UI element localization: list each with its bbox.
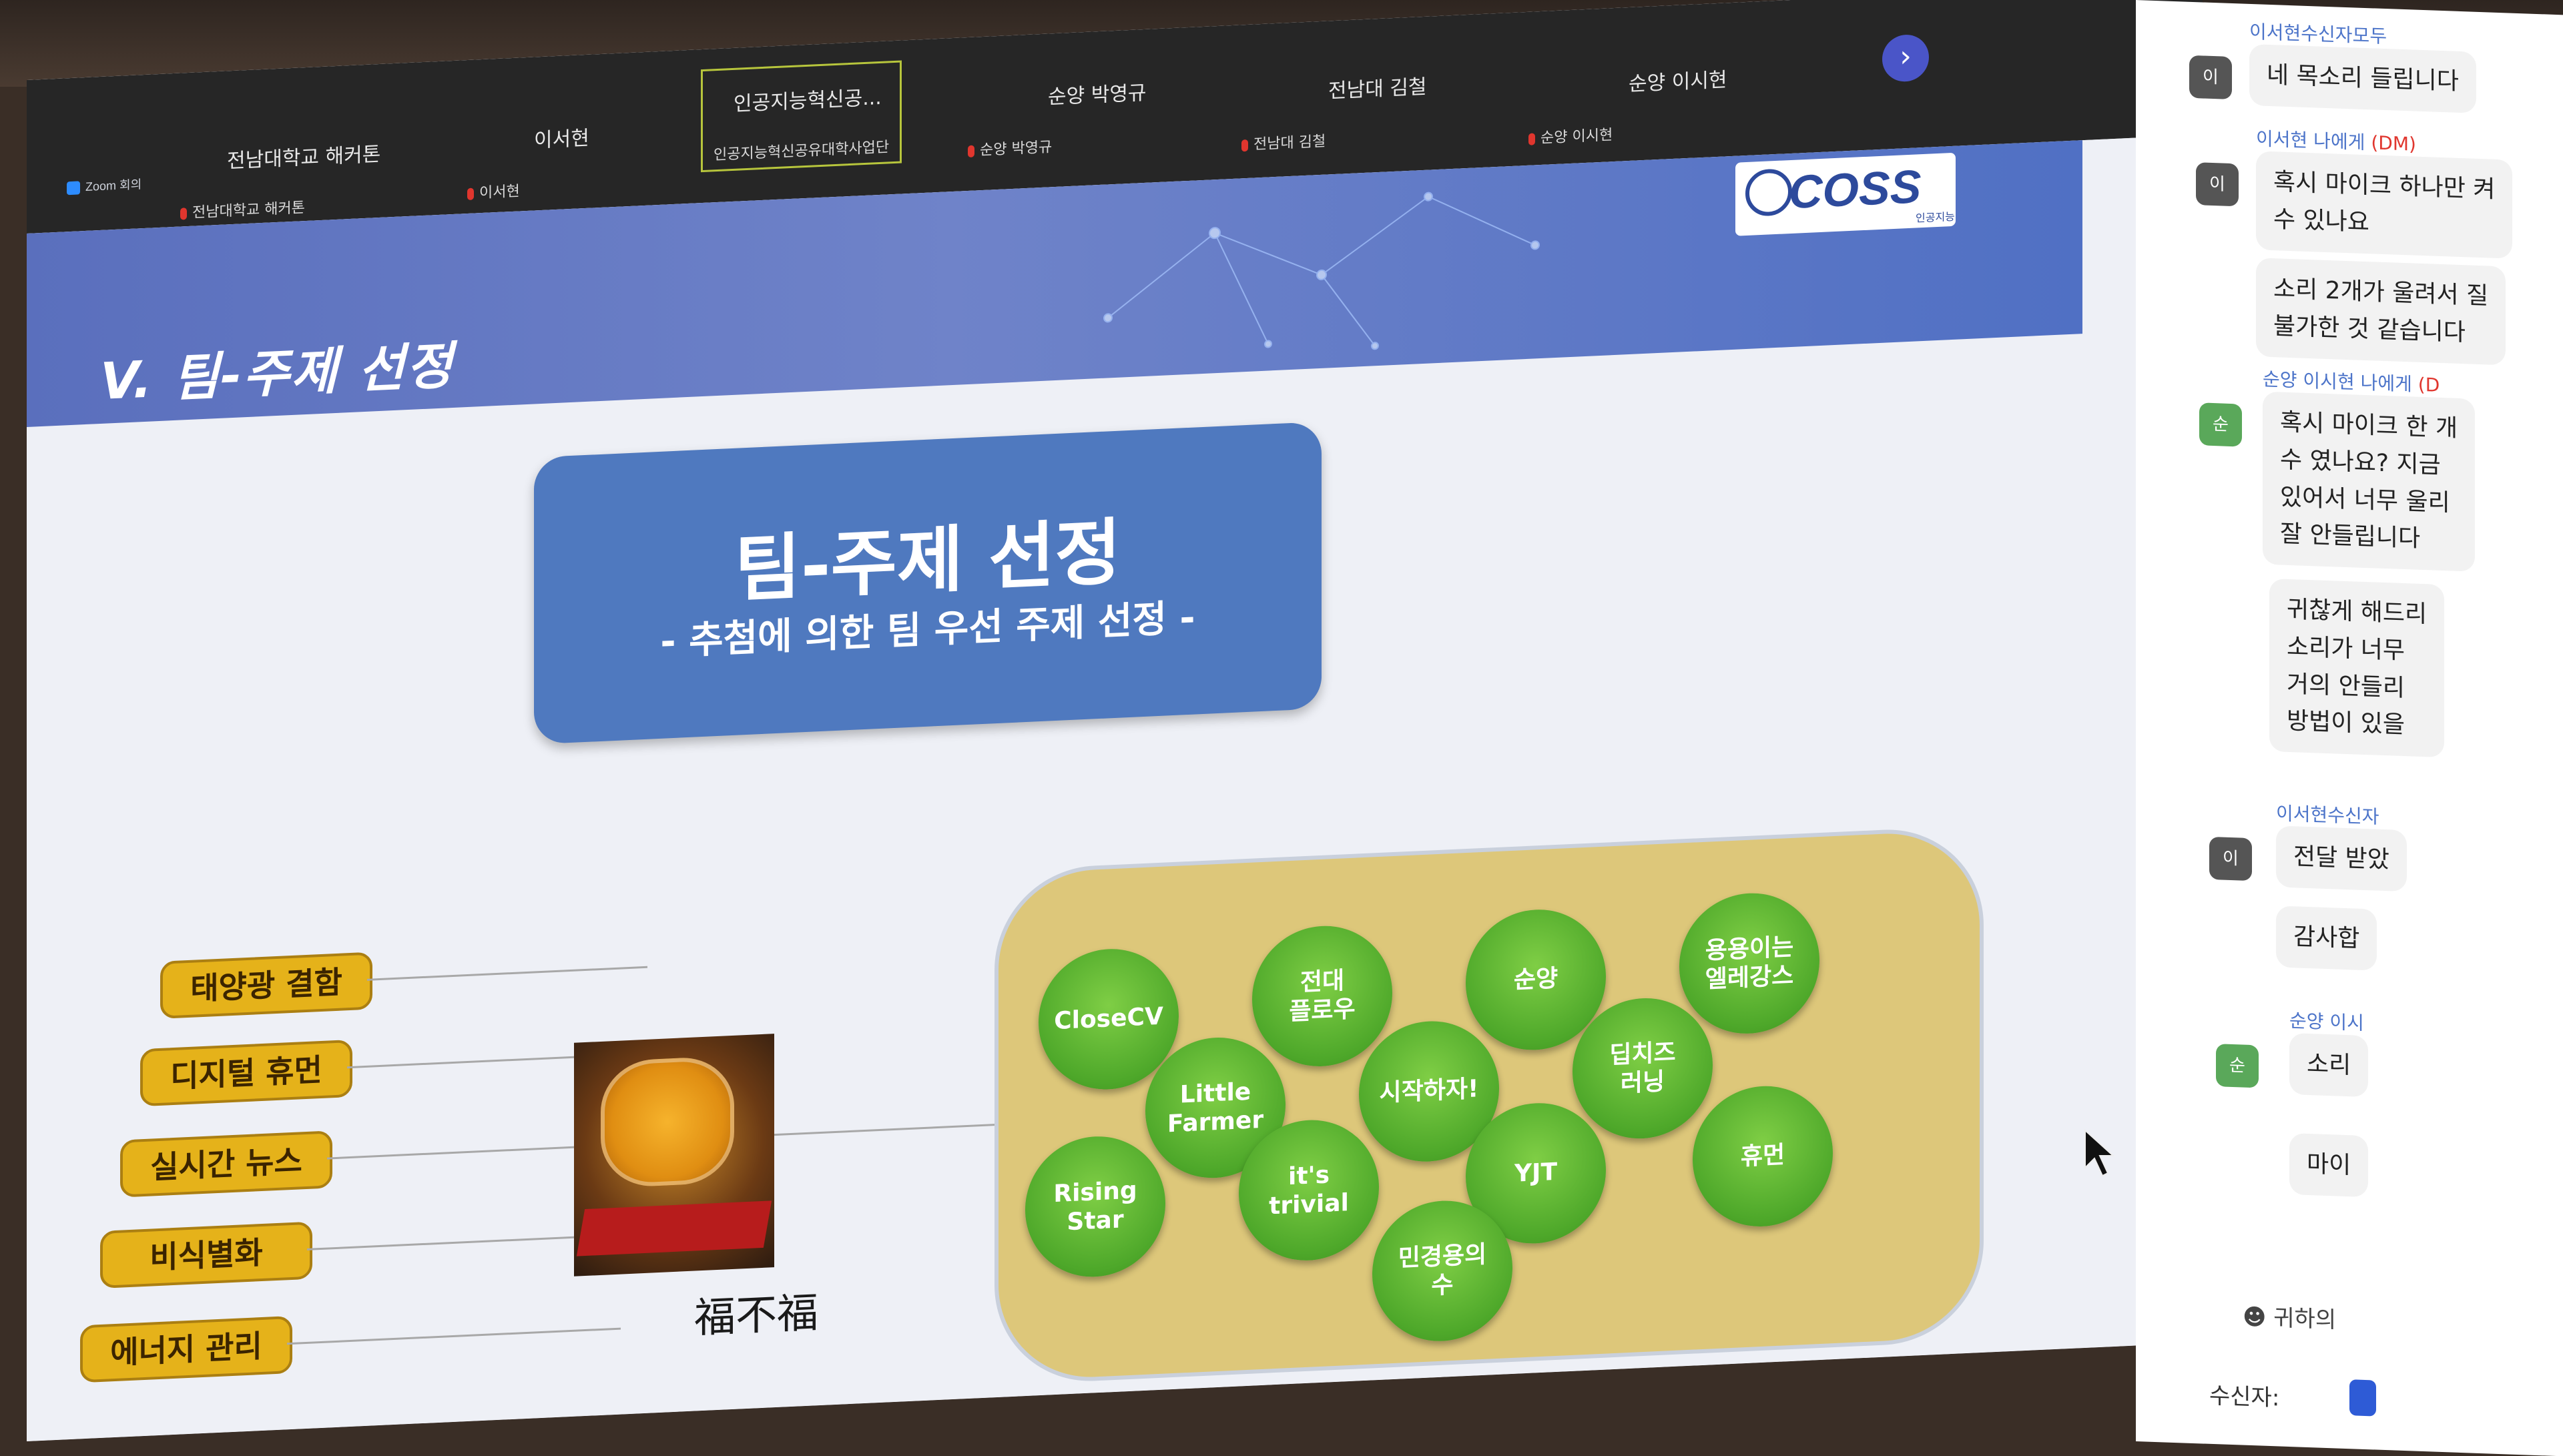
topic-tag: 비식별화 <box>100 1221 312 1289</box>
chat-bubble: 혹시 마이크 하나만 켜 수 있나요 <box>2256 151 2513 259</box>
mouse-cursor-icon <box>2084 1128 2115 1177</box>
participant-tile[interactable]: 전남대학교 해커톤 전남대학교 해커톤 <box>180 137 381 222</box>
chat-bubble: 귀찮게 해드리 소리가 너무 거의 안들리 방법이 있을 <box>2269 578 2445 758</box>
team-circle: 딥치즈 러닝 <box>1573 995 1713 1142</box>
connector-line <box>774 1124 994 1136</box>
logo-subtext: 인공지능 <box>1916 210 1955 225</box>
logo-text: COSS <box>1789 160 1922 219</box>
participant-name: 전남대학교 해커톤 <box>227 142 381 173</box>
connector-line <box>367 966 647 981</box>
participant-tile[interactable]: 이서현 이서현 <box>467 121 589 202</box>
connector-line <box>347 1054 601 1069</box>
participant-label: 순양 박영규 <box>980 139 1053 159</box>
chat-panel: 이서현수신자모두 이 네 목소리 들립니다 이서현 나에게 (DM) 이 혹시 … <box>2136 0 2563 1456</box>
window-title-text: Zoom 회의 <box>85 177 142 194</box>
network-graphic <box>1103 192 1540 350</box>
chat-bubble: 소리 2개가 울려서 질 불가한 것 같습니다 <box>2256 258 2506 365</box>
team-circle: 용용이는 엘레강스 <box>1679 890 1819 1037</box>
avatar: 순 <box>2199 402 2242 447</box>
chat-bubble: 마이 <box>2289 1133 2369 1197</box>
team-circle: 민경용의 수 <box>1372 1197 1512 1345</box>
chat-bubble: 혹시 마이크 한 개 수 였나요? 지금 있어서 너무 울리 잘 안들립니다 <box>2263 391 2476 572</box>
lottery-drum <box>601 1055 734 1188</box>
person-icon: ☻ <box>2243 1303 2267 1331</box>
topic-tag: 디지털 휴먼 <box>140 1039 352 1107</box>
participant-name: 전남대 김철 <box>1328 75 1427 103</box>
private-chat-note: ☻ 귀하의 <box>2243 1299 2336 1335</box>
avatar: 이 <box>2189 55 2232 100</box>
zoom-window: Zoom 회의 전남대학교 해커톤 전남대학교 해커톤 이서현 이서현 인공지능… <box>27 0 2203 1441</box>
title-box: 팀-주제 선정 - 추첨에 의한 팀 우선 주제 선정 - <box>534 421 1322 745</box>
chat-sender: 이서현 나에게 <box>2256 127 2365 153</box>
section-title: V. 팀-주제 선정 <box>100 335 454 412</box>
topic-tag: 에너지 관리 <box>80 1315 292 1383</box>
fortune-caption: 福不福 <box>694 1288 819 1343</box>
topic-tag: 실시간 뉴스 <box>120 1130 332 1198</box>
zoom-app-icon <box>67 181 80 196</box>
chat-bubble: 네 목소리 들립니다 <box>2249 43 2476 113</box>
mic-muted-icon <box>467 188 474 201</box>
dm-badge: (DM) <box>2371 131 2416 155</box>
avatar: 이 <box>2196 162 2239 207</box>
team-circle: Rising Star <box>1025 1133 1165 1281</box>
mic-muted-icon <box>1528 133 1535 145</box>
dm-badge: (D <box>2417 373 2440 396</box>
participant-tile[interactable]: 전남대 김철 전남대 김철 <box>1241 70 1427 153</box>
participant-label: 인공지능혁신공유대학사업단 <box>714 139 890 164</box>
chat-bubble: 소리 <box>2289 1033 2369 1097</box>
participant-name: 인공지능혁신공... <box>734 85 882 116</box>
recipient-dropdown[interactable] <box>2349 1379 2376 1417</box>
chat-bubble: 전달 받았 <box>2276 825 2407 891</box>
avatar: 순 <box>2216 1044 2259 1088</box>
mic-muted-icon <box>968 145 974 157</box>
participant-name: 이서현 <box>534 126 589 153</box>
team-circle: 전대 플로우 <box>1252 923 1392 1070</box>
team-circle: 휴먼 <box>1693 1083 1833 1230</box>
lottery-machine-image <box>574 1034 774 1277</box>
chat-bubble: 감사합 <box>2276 905 2377 971</box>
participant-tile[interactable]: 순양 박영규 순양 박영규 <box>968 76 1147 159</box>
chat-sender: 이서현수신자 <box>2276 802 2379 828</box>
connector-line <box>307 1236 574 1250</box>
participant-label: 이서현 <box>479 183 520 202</box>
chat-sender: 순양 이시 <box>2289 1010 2364 1034</box>
topic-tag: 태양광 결함 <box>160 952 372 1019</box>
team-panel: CloseCV 전대 플로우 순양 용용이는 엘레강스 Little Farme… <box>994 825 1984 1386</box>
private-note-text: 귀하의 <box>2273 1305 2337 1334</box>
chat-sender: 순양 이시현 나에게 <box>2263 368 2412 396</box>
lottery-base <box>576 1200 772 1256</box>
participant-name: 순양 이시현 <box>1629 68 1727 97</box>
connector-line <box>327 1146 581 1160</box>
active-speaker-tile[interactable]: 인공지능혁신공... 인공지능혁신공유대학사업단 <box>701 60 902 173</box>
chat-sender: 이서현수신자모두 <box>2249 20 2387 48</box>
avatar: 이 <box>2209 836 2252 881</box>
recipient-label: 수신자: <box>2209 1382 2280 1412</box>
participant-label: 전남대 김철 <box>1253 133 1326 153</box>
participant-tile[interactable]: 순양 이시현 순양 이시현 <box>1528 63 1727 147</box>
mic-muted-icon <box>180 208 187 220</box>
connector-line <box>287 1327 621 1345</box>
participant-name: 순양 박영규 <box>1048 81 1147 109</box>
shared-slide: V. 팀-주제 선정 COSS 인공지능 팀-주제 선정 - 추첨에 의한 팀 … <box>27 134 2203 1441</box>
window-title: Zoom 회의 <box>67 175 141 196</box>
mic-muted-icon <box>1241 139 1248 152</box>
participant-label: 순양 이시현 <box>1540 127 1613 147</box>
